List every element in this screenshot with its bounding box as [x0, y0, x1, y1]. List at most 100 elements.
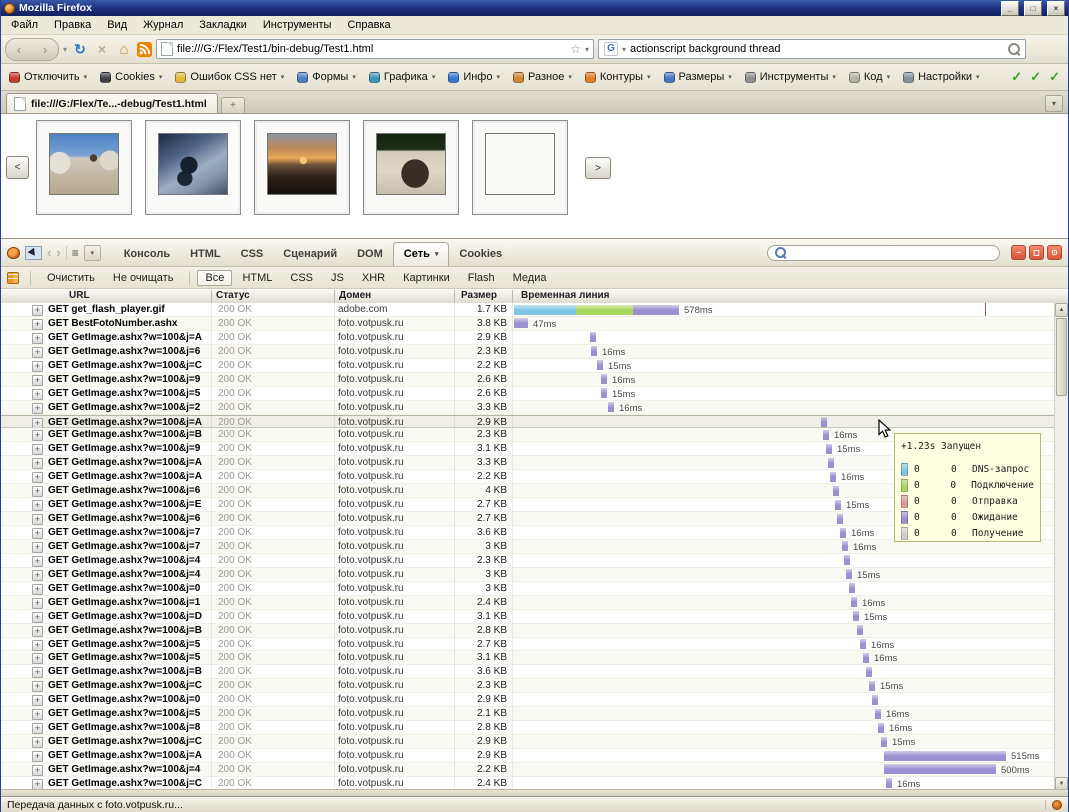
- timeline-cell[interactable]: 500ms: [514, 763, 1054, 776]
- timeline-cell[interactable]: 515ms: [514, 749, 1054, 762]
- expand-row-icon[interactable]: +: [32, 430, 43, 442]
- timeline-bar[interactable]: [823, 429, 829, 440]
- table-row[interactable]: + GET GetImage.ashx?w=100&j=1 200 OK foto.v…: [1, 595, 1054, 610]
- firebug-detach-button[interactable]: ◻: [1029, 245, 1044, 260]
- timeline-bar[interactable]: [857, 625, 863, 636]
- firebug-panel-tab[interactable]: Cookies: [449, 243, 512, 266]
- expand-row-icon[interactable]: +: [32, 500, 43, 512]
- table-row[interactable]: + GET GetImage.ashx?w=100&j=6 200 OK foto.v…: [1, 344, 1054, 359]
- expand-row-icon[interactable]: +: [32, 486, 43, 498]
- table-row[interactable]: + GET GetImage.ashx?w=100&j=B 200 OK foto.v…: [1, 623, 1054, 638]
- request-url[interactable]: + GET GetImage.ashx?w=100&j=B: [32, 624, 208, 637]
- expand-row-icon[interactable]: +: [32, 667, 43, 679]
- google-search-engine-icon[interactable]: G: [604, 42, 619, 56]
- column-header-url[interactable]: URL: [69, 290, 90, 301]
- timeline-cell[interactable]: 15ms: [514, 359, 1054, 372]
- search-input[interactable]: actionscript background thread: [630, 43, 1004, 55]
- request-url[interactable]: + GET GetImage.ashx?w=100&j=4: [32, 763, 208, 776]
- timeline-bar[interactable]: [828, 457, 834, 468]
- request-url[interactable]: + GET GetImage.ashx?w=100&j=C: [32, 359, 208, 372]
- net-filter-button[interactable]: Картинки: [395, 270, 458, 286]
- request-url[interactable]: + GET GetImage.ashx?w=100&j=A: [32, 416, 208, 429]
- firebug-menu-icon[interactable]: ≡: [72, 246, 79, 260]
- back-forward-buttons[interactable]: ‹ ›: [5, 37, 59, 61]
- expand-row-icon[interactable]: +: [32, 332, 43, 344]
- timeline-cell[interactable]: [514, 693, 1054, 706]
- net-filter-button[interactable]: JS: [323, 270, 352, 286]
- firebug-back-icon[interactable]: ‹: [47, 245, 51, 260]
- request-url[interactable]: + GET GetImage.ashx?w=100&j=9: [32, 373, 208, 386]
- net-filter-button[interactable]: Медиа: [505, 270, 555, 286]
- firebug-panel-tab[interactable]: Консоль: [114, 243, 180, 266]
- back-icon[interactable]: ‹: [17, 42, 21, 57]
- timeline-cell[interactable]: 578ms: [514, 303, 1054, 316]
- table-row[interactable]: + GET GetImage.ashx?w=100&j=7 200 OK foto.v…: [1, 539, 1054, 554]
- timeline-bar[interactable]: [846, 569, 852, 580]
- bookmark-star-icon[interactable]: ☆: [570, 42, 581, 56]
- column-header-size[interactable]: Размер: [461, 290, 497, 301]
- request-url[interactable]: + GET GetImage.ashx?w=100&j=9: [32, 442, 208, 456]
- timeline-cell[interactable]: [514, 624, 1054, 637]
- net-table-header[interactable]: URL Статус Домен Размер Временная линия: [1, 289, 1068, 304]
- minimize-button[interactable]: _: [1001, 0, 1019, 16]
- timeline-bar[interactable]: [872, 694, 878, 705]
- request-url[interactable]: + GET GetImage.ashx?w=100&j=7: [32, 540, 208, 553]
- request-url[interactable]: + GET GetImage.ashx?w=100&j=C: [32, 777, 208, 790]
- timeline-bar[interactable]: [863, 652, 869, 663]
- devtoolbar-item[interactable]: Cookies ▾: [100, 71, 162, 83]
- devtoolbar-item[interactable]: Отключить ▾: [9, 71, 87, 83]
- table-row[interactable]: + GET GetImage.ashx?w=100&j=5 200 OK foto.v…: [1, 651, 1054, 666]
- photo-thumbnail[interactable]: [472, 120, 568, 215]
- timeline-bar[interactable]: [826, 443, 832, 454]
- expand-row-icon[interactable]: +: [32, 346, 43, 358]
- request-url[interactable]: + GET GetImage.ashx?w=100&j=0: [32, 582, 208, 595]
- timeline-bar[interactable]: [608, 402, 614, 413]
- firebug-panel-tab[interactable]: CSS: [231, 243, 274, 266]
- reload-button[interactable]: ↻: [71, 41, 89, 58]
- timeline-cell[interactable]: [514, 554, 1054, 567]
- timeline-bar[interactable]: [881, 736, 887, 747]
- timeline-bar[interactable]: [597, 360, 603, 371]
- request-url[interactable]: + GET GetImage.ashx?w=100&j=4: [32, 554, 208, 567]
- timeline-bar[interactable]: [830, 471, 836, 482]
- expand-row-icon[interactable]: +: [32, 318, 43, 330]
- photo-thumbnail[interactable]: [145, 120, 241, 215]
- request-url[interactable]: + GET GetImage.ashx?w=100&j=D: [32, 610, 208, 623]
- firebug-options-dropdown-icon[interactable]: ▾: [83, 244, 101, 261]
- timeline-cell[interactable]: 15ms: [514, 568, 1054, 581]
- timeline-cell[interactable]: [514, 582, 1054, 595]
- menu-item[interactable]: Правка: [46, 17, 99, 33]
- expand-row-icon[interactable]: +: [32, 681, 43, 693]
- request-url[interactable]: + GET GetImage.ashx?w=100&j=0: [32, 693, 208, 707]
- timeline-bar[interactable]: [849, 583, 855, 594]
- timeline-cell[interactable]: 16ms: [514, 721, 1054, 734]
- request-url[interactable]: + GET get_flash_player.gif: [32, 303, 208, 316]
- timeline-bar[interactable]: [821, 417, 827, 427]
- table-row[interactable]: + GET BestFotoNumber.ashx 200 OK foto.votpu…: [1, 316, 1054, 331]
- column-header-timeline[interactable]: Временная линия: [521, 290, 610, 301]
- expand-row-icon[interactable]: +: [32, 417, 43, 429]
- net-filter-button[interactable]: CSS: [282, 270, 321, 286]
- firebug-panel-tab[interactable]: HTML: [180, 243, 231, 266]
- new-tab-button[interactable]: +: [221, 97, 245, 113]
- expand-row-icon[interactable]: +: [32, 625, 43, 637]
- expand-row-icon[interactable]: +: [32, 360, 43, 372]
- scrollbar-thumb[interactable]: [1056, 318, 1067, 396]
- devtoolbar-item[interactable]: Контуры ▾: [584, 71, 651, 83]
- expand-row-icon[interactable]: +: [32, 764, 43, 776]
- net-filter-button[interactable]: XHR: [354, 270, 393, 286]
- devtoolbar-item[interactable]: Формы ▾: [297, 71, 356, 83]
- timeline-bar[interactable]: [514, 318, 528, 329]
- timeline-bar[interactable]: [869, 680, 875, 691]
- expand-row-icon[interactable]: +: [32, 402, 43, 414]
- table-row[interactable]: + GET GetImage.ashx?w=100&j=C 200 OK foto.v…: [1, 679, 1054, 694]
- home-button[interactable]: ⌂: [115, 41, 133, 58]
- timeline-bar[interactable]: [833, 485, 839, 496]
- expand-row-icon[interactable]: +: [32, 541, 43, 553]
- search-bar[interactable]: G ▾ actionscript background thread: [598, 39, 1027, 59]
- firebug-minimize-button[interactable]: −: [1011, 245, 1026, 260]
- timeline-cell[interactable]: [514, 416, 1054, 428]
- timeline-bar[interactable]: [837, 513, 843, 524]
- gallery-prev-button[interactable]: <: [6, 156, 29, 179]
- expand-row-icon[interactable]: +: [32, 583, 43, 595]
